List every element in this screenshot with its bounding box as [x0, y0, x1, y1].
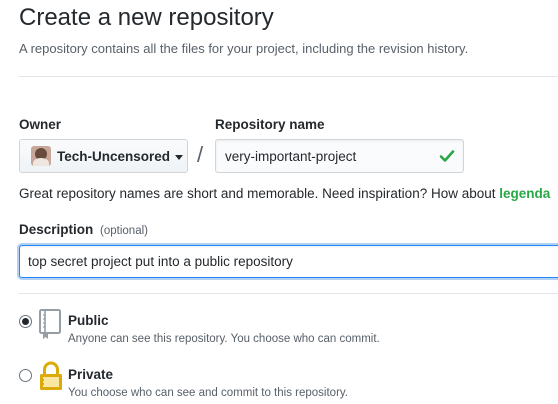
visibility-private-radio[interactable] [19, 369, 32, 382]
check-icon [439, 150, 455, 162]
description-input[interactable]: top secret project put into a public rep… [19, 245, 558, 278]
repository-name-label: Repository name [215, 117, 325, 132]
repository-name-input[interactable]: very-important-project [215, 139, 464, 173]
avatar [31, 146, 51, 166]
visibility-private-label: Private [68, 367, 114, 382]
repository-name-value: very-important-project [225, 148, 357, 164]
visibility-public-description: Anyone can see this repository. You choo… [68, 333, 380, 345]
page-title: Create a new repository [19, 4, 274, 31]
visibility-public-radio[interactable] [19, 315, 32, 328]
divider [19, 293, 558, 294]
owner-name: Tech-Uncensored [57, 148, 171, 164]
page-subtitle: A repository contains all the files for … [19, 41, 469, 56]
optional-label: (optional) [100, 225, 148, 237]
name-hint: Great repository names are short and mem… [19, 186, 550, 201]
description-value: top secret project put into a public rep… [28, 254, 293, 269]
visibility-private-description: You choose who can see and commit to thi… [68, 387, 348, 399]
owner-dropdown[interactable]: Tech-Uncensored [19, 139, 188, 173]
suggested-name-link[interactable]: legenda [499, 186, 550, 201]
caret-down-icon [175, 154, 184, 160]
owner-label: Owner [19, 117, 62, 132]
description-label-text: Description [19, 222, 94, 237]
owner-repo-separator: / [197, 142, 204, 167]
lock-icon [40, 361, 62, 390]
description-label: Description (optional) [19, 222, 148, 237]
divider [19, 76, 558, 77]
repo-book-icon [39, 309, 61, 339]
hint-text: Great repository names are short and mem… [19, 186, 496, 201]
visibility-public-label: Public [68, 313, 109, 328]
